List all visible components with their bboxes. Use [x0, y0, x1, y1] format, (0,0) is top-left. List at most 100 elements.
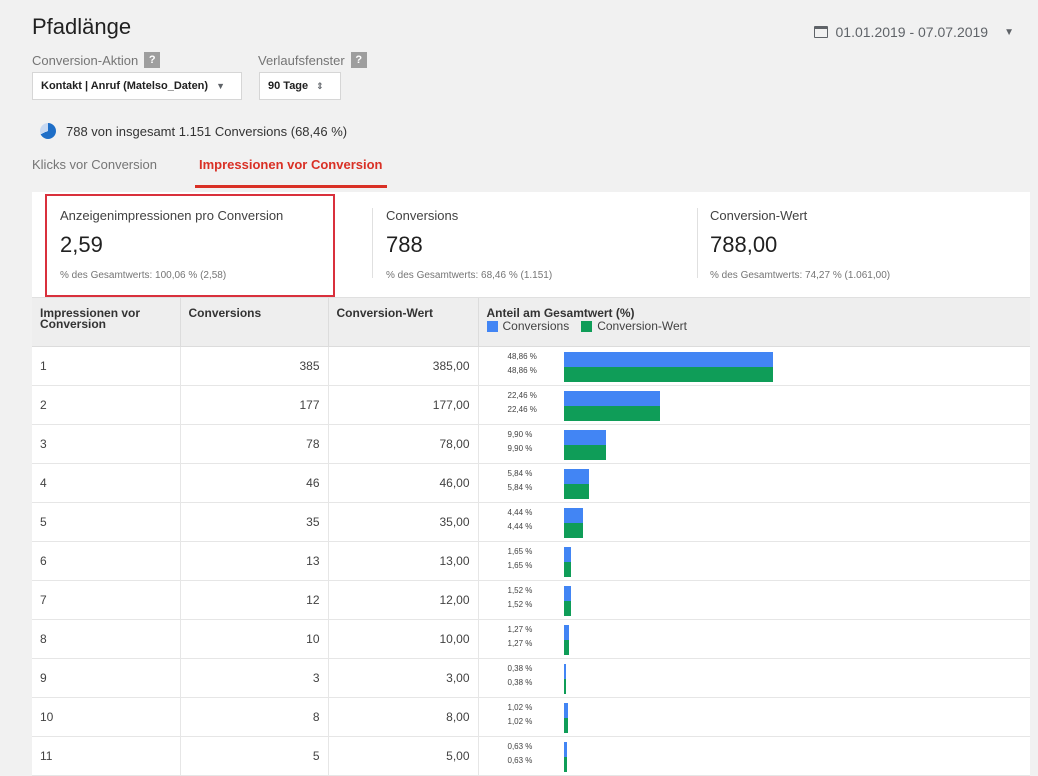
summary-text: 788 von insgesamt 1.151 Conversions (68,… — [66, 123, 348, 139]
share-label-conversions: 1,65 % — [507, 547, 533, 556]
stat-value: 788 — [386, 232, 423, 257]
share-label-conversions: 0,38 % — [507, 664, 533, 673]
conversion-action-select[interactable]: Kontakt | Anruf (Matelso_Daten) ▼ — [32, 72, 242, 100]
help-icon[interactable]: ? — [144, 52, 161, 68]
tab-impressions-before-conversion[interactable]: Impressionen vor Conversion — [195, 150, 386, 188]
conversions-cell: 177 — [180, 385, 329, 425]
conversions-cell: 3 — [180, 658, 329, 698]
path-length-table: Impressionen vor Conversion Conversions … — [32, 298, 1030, 776]
table-row: 6 13 13,00 1,65 % 1,65 % — [32, 541, 1030, 581]
pie-chart-icon — [40, 123, 56, 139]
calendar-icon — [813, 26, 828, 38]
conversion-value-cell: 78,00 — [328, 424, 479, 464]
conversion-summary: 788 von insgesamt 1.151 Conversions (68,… — [40, 123, 347, 139]
share-label-conversions: 4,44 % — [507, 508, 533, 517]
conversion-action-label-row: Conversion-Aktion ? — [32, 52, 161, 68]
bar-conversions — [563, 430, 606, 445]
share-label-conversion-value: 5,84 % — [507, 483, 533, 492]
legend-swatch-conversions — [486, 321, 498, 332]
help-icon[interactable]: ? — [350, 52, 367, 68]
up-down-arrows-icon: ⇕ — [316, 80, 324, 91]
share-label-conversions: 22,46 % — [507, 391, 537, 400]
window-label: Verlaufsfenster — [258, 52, 345, 68]
share-cell: 4,44 % 4,44 % — [478, 502, 1030, 542]
legend-swatch-conversion-value — [581, 321, 593, 332]
table-row: 5 35 35,00 4,44 % 4,44 % — [32, 502, 1030, 542]
conversion-value-cell: 3,00 — [328, 658, 479, 698]
impressions-cell: 11 — [32, 736, 181, 776]
column-header-share[interactable]: Anteil am Gesamtwert (%) Conversions Con… — [478, 298, 1030, 347]
share-cell: 22,46 % 22,46 % — [478, 385, 1030, 425]
table-row: 2 177 177,00 22,46 % 22,46 % — [32, 385, 1030, 425]
chevron-down-icon: ▼ — [1004, 26, 1014, 38]
column-header-impressions[interactable]: Impressionen vor Conversion — [32, 298, 181, 347]
share-header-label: Anteil am Gesamtwert (%) — [486, 306, 635, 320]
table-row: 8 10 10,00 1,27 % 1,27 % — [32, 619, 1030, 659]
conversion-value-cell: 12,00 — [328, 580, 479, 620]
share-label-conversions: 1,27 % — [507, 625, 533, 634]
bar-conversion-value — [563, 484, 589, 499]
share-label-conversion-value: 48,86 % — [507, 366, 537, 375]
date-range-label: 01.01.2019 - 07.07.2019 — [835, 24, 989, 40]
bar-conversion-value — [563, 718, 568, 733]
highlight-box — [45, 194, 335, 297]
bar-conversions — [563, 508, 583, 523]
tab-clicks-before-conversion[interactable]: Klicks vor Conversion — [32, 150, 157, 183]
bar-conversion-value — [563, 445, 606, 460]
share-label-conversions: 1,02 % — [507, 703, 533, 712]
share-label-conversion-value: 1,65 % — [507, 561, 533, 570]
impressions-cell: 3 — [32, 424, 181, 464]
conversion-value-cell: 10,00 — [328, 619, 479, 659]
impressions-cell: 2 — [32, 385, 181, 425]
table-row: 11 5 5,00 0,63 % 0,63 % — [32, 736, 1030, 776]
stat-value: 788,00 — [710, 232, 778, 257]
share-cell: 48,86 % 48,86 % — [478, 346, 1030, 386]
share-cell: 1,27 % 1,27 % — [478, 619, 1030, 659]
divider — [697, 208, 698, 278]
share-label-conversions: 0,63 % — [507, 742, 533, 751]
bar-conversions — [563, 664, 566, 679]
bar-conversion-value — [563, 640, 569, 655]
bar-conversions — [563, 586, 571, 601]
share-cell: 0,63 % 0,63 % — [478, 736, 1030, 776]
conversion-action-label: Conversion-Aktion — [32, 52, 139, 68]
share-label-conversion-value: 4,44 % — [507, 522, 533, 531]
impressions-cell: 5 — [32, 502, 181, 542]
share-cell: 0,38 % 0,38 % — [478, 658, 1030, 698]
share-label-conversions: 5,84 % — [507, 469, 533, 478]
bar-conversions — [563, 469, 589, 484]
share-label-conversions: 1,52 % — [507, 586, 533, 595]
table-row: 3 78 78,00 9,90 % 9,90 % — [32, 424, 1030, 464]
legend-item-conversions: Conversions — [486, 320, 569, 332]
share-cell: 1,52 % 1,52 % — [478, 580, 1030, 620]
conversions-cell: 5 — [180, 736, 329, 776]
impressions-cell: 7 — [32, 580, 181, 620]
bar-conversions — [563, 742, 567, 757]
bar-conversion-value — [563, 562, 571, 577]
impressions-cell: 9 — [32, 658, 181, 698]
impressions-cell: 10 — [32, 697, 181, 737]
path-length-page: Pfadlänge 01.01.2019 - 07.07.2019 ▼ Conv… — [22, 0, 1032, 776]
column-header-conversion-value[interactable]: Conversion-Wert — [328, 298, 479, 347]
share-cell: 1,65 % 1,65 % — [478, 541, 1030, 581]
conversions-cell: 78 — [180, 424, 329, 464]
page-title: Pfadlänge — [32, 14, 132, 39]
table-row: 9 3 3,00 0,38 % 0,38 % — [32, 658, 1030, 698]
share-label-conversions: 48,86 % — [507, 352, 537, 361]
date-range-picker[interactable]: 01.01.2019 - 07.07.2019 ▼ — [813, 24, 1014, 40]
column-header-conversions[interactable]: Conversions — [180, 298, 329, 347]
conversions-cell: 8 — [180, 697, 329, 737]
conversions-cell: 10 — [180, 619, 329, 659]
conversion-value-cell: 46,00 — [328, 463, 479, 503]
share-label-conversion-value: 0,63 % — [507, 756, 533, 765]
conversions-cell: 35 — [180, 502, 329, 542]
tab-bar: Klicks vor Conversion Impressionen vor C… — [32, 150, 386, 190]
window-select[interactable]: 90 Tage ⇕ — [259, 72, 341, 100]
bar-conversions — [563, 352, 773, 367]
conversion-value-cell: 8,00 — [328, 697, 479, 737]
impressions-cell: 6 — [32, 541, 181, 581]
bar-conversion-value — [563, 406, 660, 421]
table-header-row: Impressionen vor Conversion Conversions … — [32, 298, 1030, 347]
impressions-cell: 4 — [32, 463, 181, 503]
bar-conversion-value — [563, 679, 566, 694]
